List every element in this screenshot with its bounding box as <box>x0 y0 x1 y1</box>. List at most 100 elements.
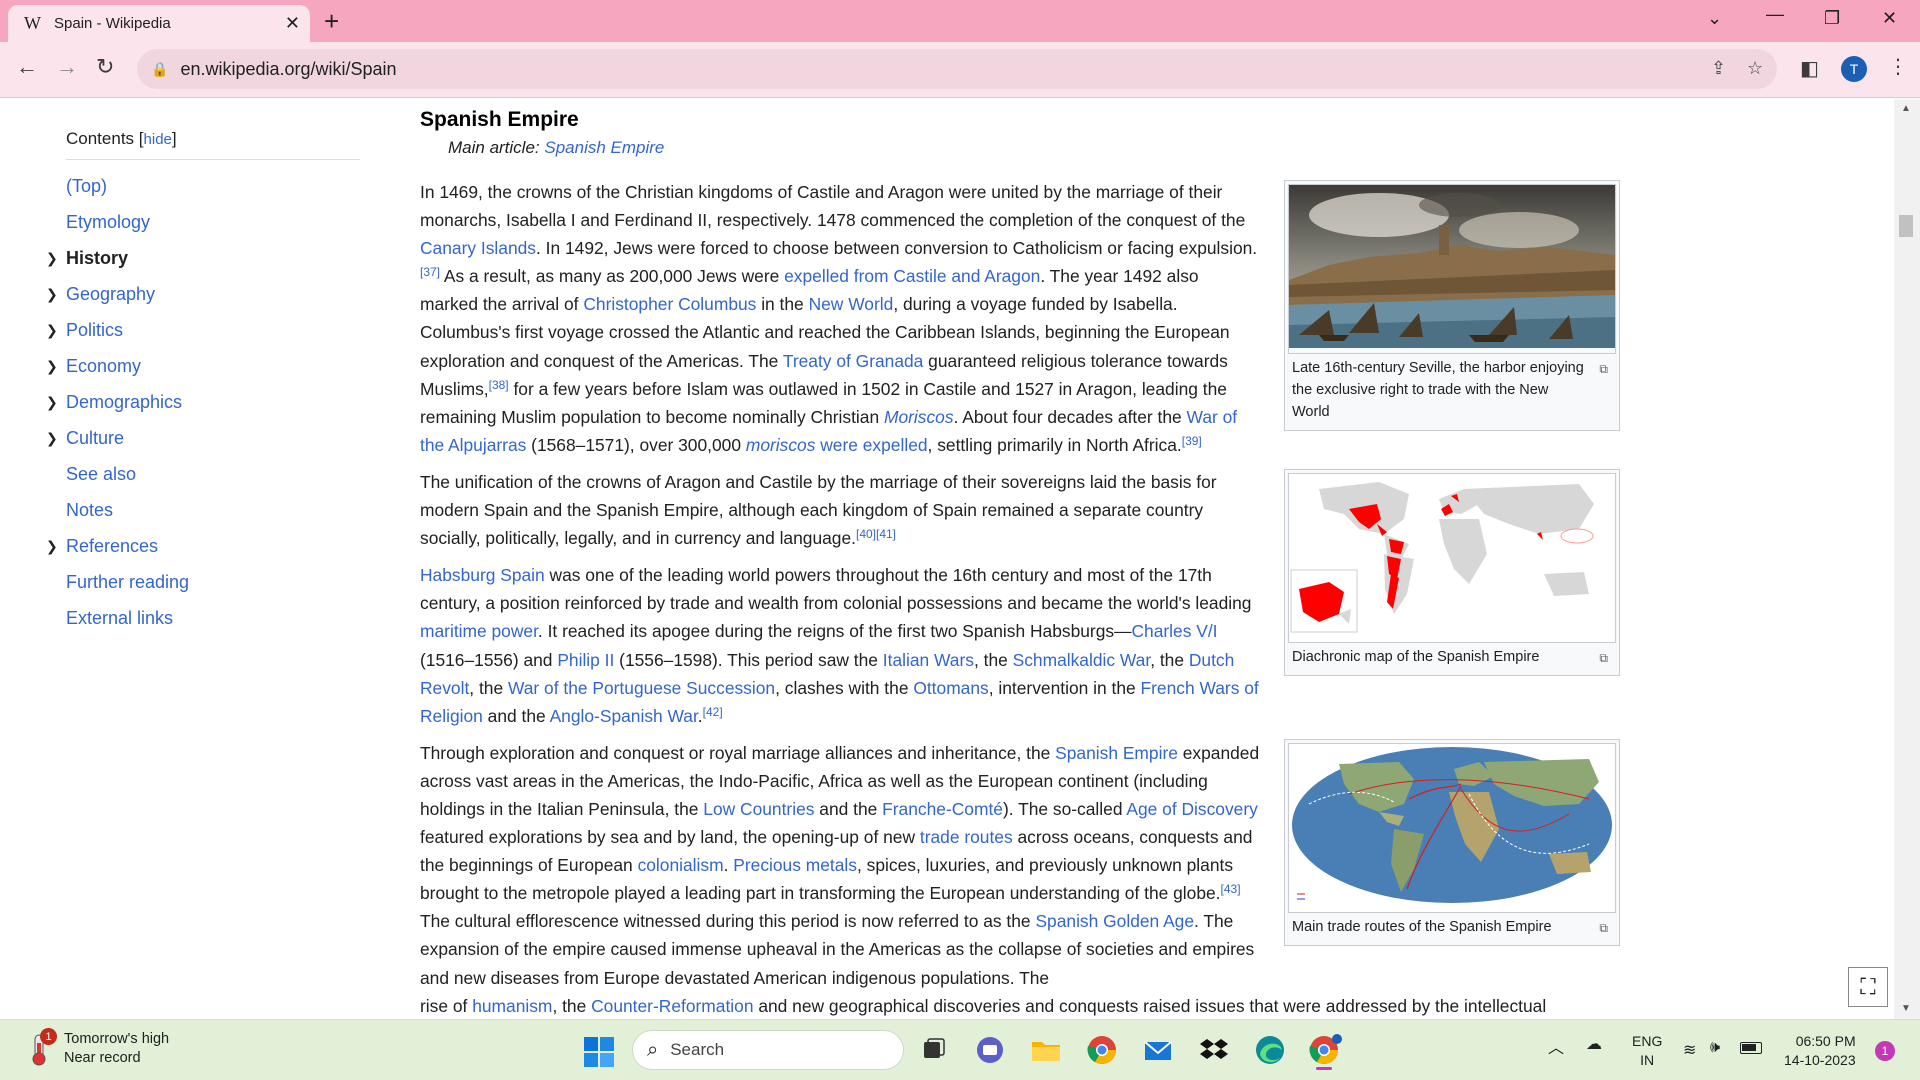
citation-link[interactable]: [43] <box>1221 882 1241 896</box>
hatnote-link[interactable]: Spanish Empire <box>544 138 664 157</box>
vertical-scrollbar[interactable]: ▲ ▼ <box>1894 99 1920 1019</box>
close-window-button[interactable]: ✕ <box>1882 8 1897 29</box>
taskbar-search-box[interactable]: ⌕ Search <box>632 1030 904 1070</box>
toc-item[interactable]: ❯ Demographics <box>46 384 360 420</box>
wiki-link[interactable]: Spanish Empire <box>1055 743 1178 763</box>
enlarge-icon[interactable]: ⧉ <box>1599 917 1608 939</box>
chevron-right-icon[interactable]: ❯ <box>46 348 58 384</box>
chrome-profile-active-icon[interactable] <box>1308 1034 1344 1070</box>
menu-kebab-icon[interactable]: ⋮ <box>1888 54 1908 79</box>
toc-item[interactable]: External links <box>66 600 360 636</box>
chevron-right-icon[interactable]: ❯ <box>46 420 58 456</box>
mail-icon[interactable] <box>1142 1034 1174 1066</box>
chevron-right-icon[interactable]: ❯ <box>46 276 58 312</box>
wiki-link[interactable]: expelled from Castile and Aragon <box>784 266 1040 286</box>
wiki-link[interactable]: Age of Discovery <box>1126 799 1257 819</box>
wiki-link[interactable]: Charles V/I <box>1131 621 1217 641</box>
wiki-link[interactable]: Low Countries <box>703 799 814 819</box>
fullscreen-button[interactable]: ⛶ <box>1848 967 1888 1007</box>
lock-icon[interactable]: 🔒 <box>151 61 168 78</box>
address-bar[interactable]: 🔒 en.wikipedia.org/wiki/Spain ⇪ ☆ <box>137 49 1777 89</box>
wiki-link[interactable]: Anglo-Spanish War <box>550 706 698 726</box>
volume-icon[interactable]: 🕪 <box>1710 1039 1720 1057</box>
wiki-link[interactable]: Counter-Reformation <box>591 996 753 1016</box>
wiki-link[interactable]: Spanish Golden Age <box>1035 911 1194 931</box>
chevron-right-icon[interactable]: ❯ <box>46 240 58 276</box>
diachronic-map-image[interactable] <box>1288 473 1616 643</box>
seville-painting-image[interactable] <box>1288 184 1616 354</box>
back-button[interactable]: ← <box>16 54 38 80</box>
edge-icon[interactable] <box>1254 1034 1286 1066</box>
teams-chat-icon[interactable] <box>974 1034 1006 1066</box>
wiki-link[interactable]: Habsburg Spain <box>420 565 545 585</box>
wiki-link[interactable]: Philip II <box>557 650 614 670</box>
chevron-right-icon[interactable]: ❯ <box>46 528 58 564</box>
browser-tab[interactable]: W Spain - Wikipedia ✕ <box>8 5 310 42</box>
bookmark-star-icon[interactable]: ☆ <box>1747 58 1763 79</box>
wiki-link[interactable]: Franche-Comté <box>882 799 1003 819</box>
citation-link[interactable]: [39] <box>1182 434 1202 448</box>
wiki-link[interactable]: Schmalkaldic War <box>1013 650 1151 670</box>
chevron-right-icon[interactable]: ❯ <box>46 312 58 348</box>
toc-item[interactable]: ❯ Geography <box>46 276 360 312</box>
task-view-icon[interactable] <box>918 1034 950 1066</box>
toc-item[interactable]: ❯ History <box>46 240 360 276</box>
wiki-link[interactable]: Christopher Columbus <box>583 294 756 314</box>
notification-badge[interactable]: 1 <box>1875 1041 1895 1061</box>
system-clock[interactable]: 06:50 PM 14-10-2023 <box>1784 1032 1856 1070</box>
enlarge-icon[interactable]: ⧉ <box>1599 358 1608 380</box>
toc-item[interactable]: Further reading <box>66 564 360 600</box>
wiki-link[interactable]: humanism <box>472 996 552 1016</box>
citation-link[interactable]: [42] <box>703 705 723 719</box>
chevron-right-icon[interactable]: ❯ <box>46 384 58 420</box>
wiki-link[interactable]: Precious metals <box>733 855 857 875</box>
wiki-link[interactable]: New World <box>809 294 894 314</box>
citation-link[interactable]: [38] <box>489 378 509 392</box>
close-tab-icon[interactable]: ✕ <box>285 13 300 34</box>
minimize-button[interactable]: — <box>1766 4 1784 25</box>
new-tab-button[interactable]: + <box>324 6 339 37</box>
file-explorer-icon[interactable] <box>1030 1034 1062 1066</box>
side-panel-icon[interactable]: ◧ <box>1800 56 1819 81</box>
chrome-icon[interactable] <box>1086 1034 1118 1066</box>
wiki-link[interactable]: Italian Wars <box>883 650 974 670</box>
weather-widget[interactable]: 1 Tomorrow's high Near record <box>26 1028 169 1068</box>
wiki-link[interactable]: Ottomans <box>913 678 988 698</box>
tab-search-chevron-icon[interactable]: ⌄ <box>1707 8 1722 29</box>
scrollbar-thumb[interactable] <box>1899 215 1913 237</box>
reload-button[interactable]: ↻ <box>96 54 114 80</box>
restore-button[interactable]: ❐ <box>1824 8 1840 29</box>
toc-item[interactable]: (Top) <box>66 168 360 204</box>
toc-item[interactable]: See also <box>66 456 360 492</box>
wiki-link[interactable]: colonialism <box>638 855 724 875</box>
toc-item[interactable]: ❯ Culture <box>46 420 360 456</box>
share-icon[interactable]: ⇪ <box>1711 58 1726 79</box>
onedrive-cloud-icon[interactable]: ☁ <box>1586 1034 1602 1054</box>
trade-routes-map-image[interactable] <box>1288 743 1616 913</box>
toc-item[interactable]: Notes <box>66 492 360 528</box>
toc-item[interactable]: ❯ Politics <box>46 312 360 348</box>
toc-hide-link[interactable]: hide <box>144 131 172 148</box>
citation-link[interactable]: [37] <box>420 265 440 279</box>
wiki-link[interactable]: maritime power <box>420 621 538 641</box>
wiki-link[interactable]: moriscos <box>746 435 816 455</box>
toc-item[interactable]: ❯ References <box>46 528 360 564</box>
wiki-link[interactable]: Moriscos <box>884 407 954 427</box>
windows-start-icon[interactable] <box>584 1037 614 1072</box>
scroll-down-arrow-icon[interactable]: ▼ <box>1901 1003 1911 1014</box>
wifi-icon[interactable]: ≋ <box>1683 1040 1696 1060</box>
battery-icon[interactable] <box>1740 1042 1762 1054</box>
dropbox-icon[interactable] <box>1198 1034 1230 1066</box>
forward-button[interactable]: → <box>56 54 78 80</box>
wiki-link[interactable]: Treaty of Granada <box>783 351 923 371</box>
scroll-up-arrow-icon[interactable]: ▲ <box>1901 103 1911 114</box>
enlarge-icon[interactable]: ⧉ <box>1599 647 1608 669</box>
wiki-link[interactable]: Canary Islands <box>420 238 536 258</box>
wiki-link[interactable]: War of the Portuguese Succession <box>508 678 775 698</box>
wiki-link[interactable]: trade routes <box>920 827 1013 847</box>
language-indicator[interactable]: ENG IN <box>1632 1032 1662 1070</box>
citation-link[interactable]: [40][41] <box>856 527 896 541</box>
chevron-up-icon[interactable]: ︿ <box>1548 1034 1564 1058</box>
toc-item[interactable]: Etymology <box>66 204 360 240</box>
toc-item[interactable]: ❯ Economy <box>46 348 360 384</box>
